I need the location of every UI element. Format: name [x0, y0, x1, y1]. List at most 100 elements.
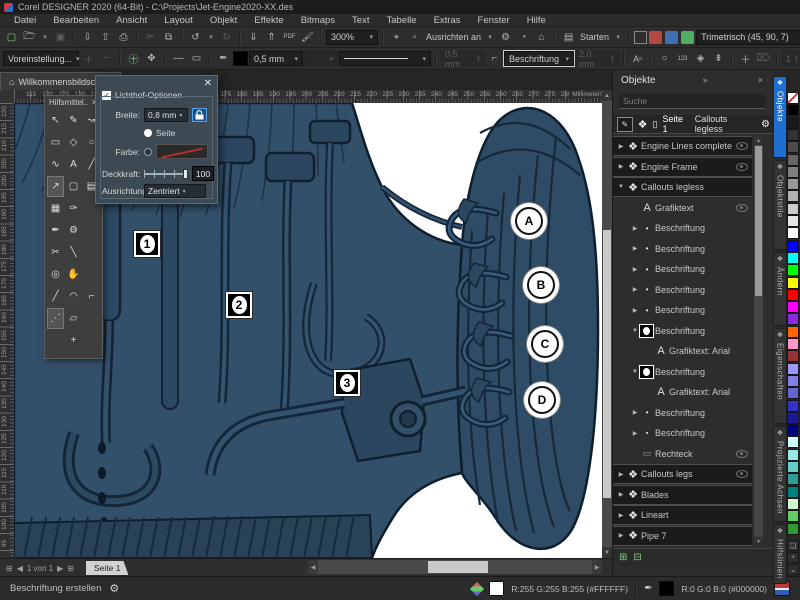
halo-toggle-icon[interactable]: ㊉ — [125, 50, 142, 67]
iso-view-icon-green[interactable]: ​ — [681, 31, 694, 44]
pan-tool-icon[interactable]: ✋ — [65, 264, 82, 285]
palette-swatch-8a2be2[interactable] — [787, 313, 799, 325]
object-row-callouts-legs[interactable]: ▶❖Callouts legs — [613, 464, 752, 484]
object-row-beschriftung[interactable]: ▶•Beschriftung — [613, 239, 752, 259]
open-button[interactable]: 🗁 — [21, 29, 38, 46]
tree-scroll-thumb[interactable] — [755, 146, 762, 296]
expand-arrow-icon[interactable]: ▶ — [617, 491, 625, 498]
options-gear-icon[interactable]: ⚙ — [497, 29, 514, 46]
palette-swatch-666666[interactable] — [787, 154, 799, 166]
palette-swatch-1a1a1a[interactable] — [787, 117, 799, 129]
object-row-beschriftung[interactable]: ▼Beschriftung — [613, 362, 752, 382]
palette-swatch-993333[interactable] — [787, 350, 799, 362]
palette-swatch-ffffff[interactable] — [787, 227, 799, 239]
object-row-lineart[interactable]: ▶❖Lineart — [613, 505, 752, 525]
ruler-origin-corner[interactable] — [0, 90, 15, 104]
arc-tool-icon[interactable]: ◠ — [65, 286, 82, 307]
add-page-end-icon[interactable]: ⊞ — [67, 564, 74, 573]
fill-color-swatch[interactable] — [489, 581, 504, 596]
expand-arrow-icon[interactable]: ▶ — [631, 307, 639, 314]
launch-icon[interactable]: ◔ — [515, 29, 532, 46]
palette-swatch-333333[interactable] — [787, 129, 799, 141]
palette-scroll-down-icon[interactable]: ⌄ — [787, 564, 799, 575]
shape-tool-icon[interactable]: ✎ — [65, 110, 82, 131]
expand-arrow-icon[interactable]: ▶ — [617, 512, 625, 519]
corner-tool-icon[interactable]: ⌐ — [83, 286, 100, 307]
search-content-button[interactable]: ⇓ — [245, 29, 262, 46]
gap-spinner[interactable]: 2,0 mm▲▼ — [575, 51, 619, 66]
artboard-tool-icon[interactable]: ▢ — [65, 176, 82, 197]
object-row-blades[interactable]: ▶❖Blades — [613, 485, 752, 505]
cut-button[interactable]: ✂ — [142, 29, 159, 46]
collapse-arrow-icon[interactable]: ▼ — [617, 184, 625, 190]
scroll-right-icon[interactable]: ▶ — [592, 560, 602, 574]
zoom-tool-icon[interactable]: ◎ — [47, 264, 64, 285]
text-tool-icon[interactable]: A — [65, 154, 82, 175]
eyedropper-tool-icon[interactable]: ╲ — [65, 242, 82, 263]
menu-item-bearbeiten[interactable]: Bearbeiten — [53, 15, 99, 26]
lock-icon[interactable] — [192, 108, 207, 122]
expand-arrow-icon[interactable]: ▶ — [631, 266, 639, 273]
vertical-scrollbar[interactable]: ▲ ▼ — [602, 90, 612, 558]
palette-swatch-999999[interactable] — [787, 178, 799, 190]
new-layer-icon[interactable]: ⊞ — [619, 552, 627, 563]
visibility-eye-icon[interactable] — [736, 470, 748, 478]
status-gear-icon[interactable]: ⚙ — [109, 582, 119, 595]
menu-item-text[interactable]: Text — [352, 15, 369, 26]
drawing-bounds-icon[interactable] — [634, 31, 647, 44]
menu-item-tabelle[interactable]: Tabelle — [386, 15, 416, 26]
new-master-layer-icon[interactable]: ⊟ — [633, 552, 641, 563]
palette-swatch-008080[interactable] — [787, 486, 799, 498]
vertical-ruler[interactable]: 2202152102052001951901851801751701651601… — [0, 103, 15, 558]
object-row-grafiktext-arial[interactable]: AGrafiktext: Arial — [613, 382, 752, 402]
collapse-arrow-icon[interactable]: ▼ — [631, 369, 639, 375]
line-style-plain-button[interactable]: — — [170, 50, 187, 67]
search-input[interactable]: Suche — [619, 94, 765, 109]
opacity-value[interactable]: 100 — [192, 166, 214, 181]
outline-color-status-swatch[interactable] — [659, 581, 674, 596]
docker-tab-objekte[interactable]: ❖Objekte — [773, 76, 787, 158]
scroll-up-icon[interactable]: ▲ — [602, 90, 612, 101]
new-document-button[interactable]: ▢ — [3, 29, 20, 46]
object-row-beschriftung[interactable]: ▶▪Beschriftung — [613, 423, 752, 443]
media-tool-icon[interactable]: ✑ — [65, 198, 82, 219]
line-style-box-button[interactable]: ▭ — [188, 50, 205, 67]
object-row-beschriftung[interactable]: ▶•Beschriftung — [613, 218, 752, 238]
scroll-down-icon[interactable]: ▼ — [602, 547, 612, 558]
square-callout-3[interactable]: 3 — [334, 370, 360, 396]
text-reference-icon[interactable]: Ao — [629, 50, 646, 67]
scroll-left-icon[interactable]: ◀ — [308, 560, 318, 574]
tree-scroll-down-icon[interactable]: ▼ — [754, 537, 763, 546]
object-row-engine-frame[interactable]: ▶❖Engine Frame — [613, 157, 752, 177]
polygon-tool-icon[interactable]: ◇ — [65, 132, 82, 153]
square-callout-2[interactable]: 2 — [226, 292, 252, 318]
menu-item-bitmaps[interactable]: Bitmaps — [301, 15, 335, 26]
iso-view-icon-red[interactable]: ​ — [649, 31, 662, 44]
expand-arrow-icon[interactable]: ▶ — [631, 409, 639, 416]
object-row-engine-lines-complete[interactable]: ▶❖Engine Lines complete — [613, 136, 752, 156]
start-caret[interactable]: ▾ — [612, 29, 624, 46]
menu-item-hilfe[interactable]: Hilfe — [527, 15, 546, 26]
page-radio[interactable] — [144, 129, 152, 137]
snap-to-label[interactable]: Ausrichten an — [424, 32, 483, 42]
palette-swatch-8080e6[interactable] — [787, 375, 799, 387]
more-tools-icon[interactable]: + — [65, 330, 82, 351]
object-row-grafiktext[interactable]: AGrafiktext — [613, 198, 752, 218]
publish-button[interactable]: ⇑ — [263, 29, 280, 46]
tree-scrollbar[interactable]: ▲ ▼ — [754, 136, 763, 546]
docker-tab-objektstile[interactable]: ❖Objektstile — [773, 160, 787, 250]
object-row-pipe-7[interactable]: ▶❖Pipe 7 — [613, 526, 752, 546]
docker-tab-projizierte-achsen[interactable]: ❖Projizierte Achsen — [773, 426, 787, 522]
shapes-tool-icon[interactable]: ▱ — [65, 308, 82, 329]
page-tab-seite-1[interactable]: Seite 1 — [86, 561, 128, 575]
palette-swatch-808080[interactable] — [787, 166, 799, 178]
expand-arrow-icon[interactable]: ▶ — [631, 430, 639, 437]
pick-settings-icon[interactable]: ⌖ — [388, 29, 405, 46]
circle-callout-B[interactable]: B — [527, 271, 555, 299]
halo-shape-icon[interactable]: ○ — [656, 50, 673, 67]
pen-tool-icon[interactable]: ✒ — [47, 220, 64, 241]
palette-swatch-6666cc[interactable] — [787, 387, 799, 399]
menu-item-effekte[interactable]: Effekte — [254, 15, 283, 26]
palette-swatch-4d4d4d[interactable] — [787, 141, 799, 153]
visibility-eye-icon[interactable] — [736, 450, 748, 458]
